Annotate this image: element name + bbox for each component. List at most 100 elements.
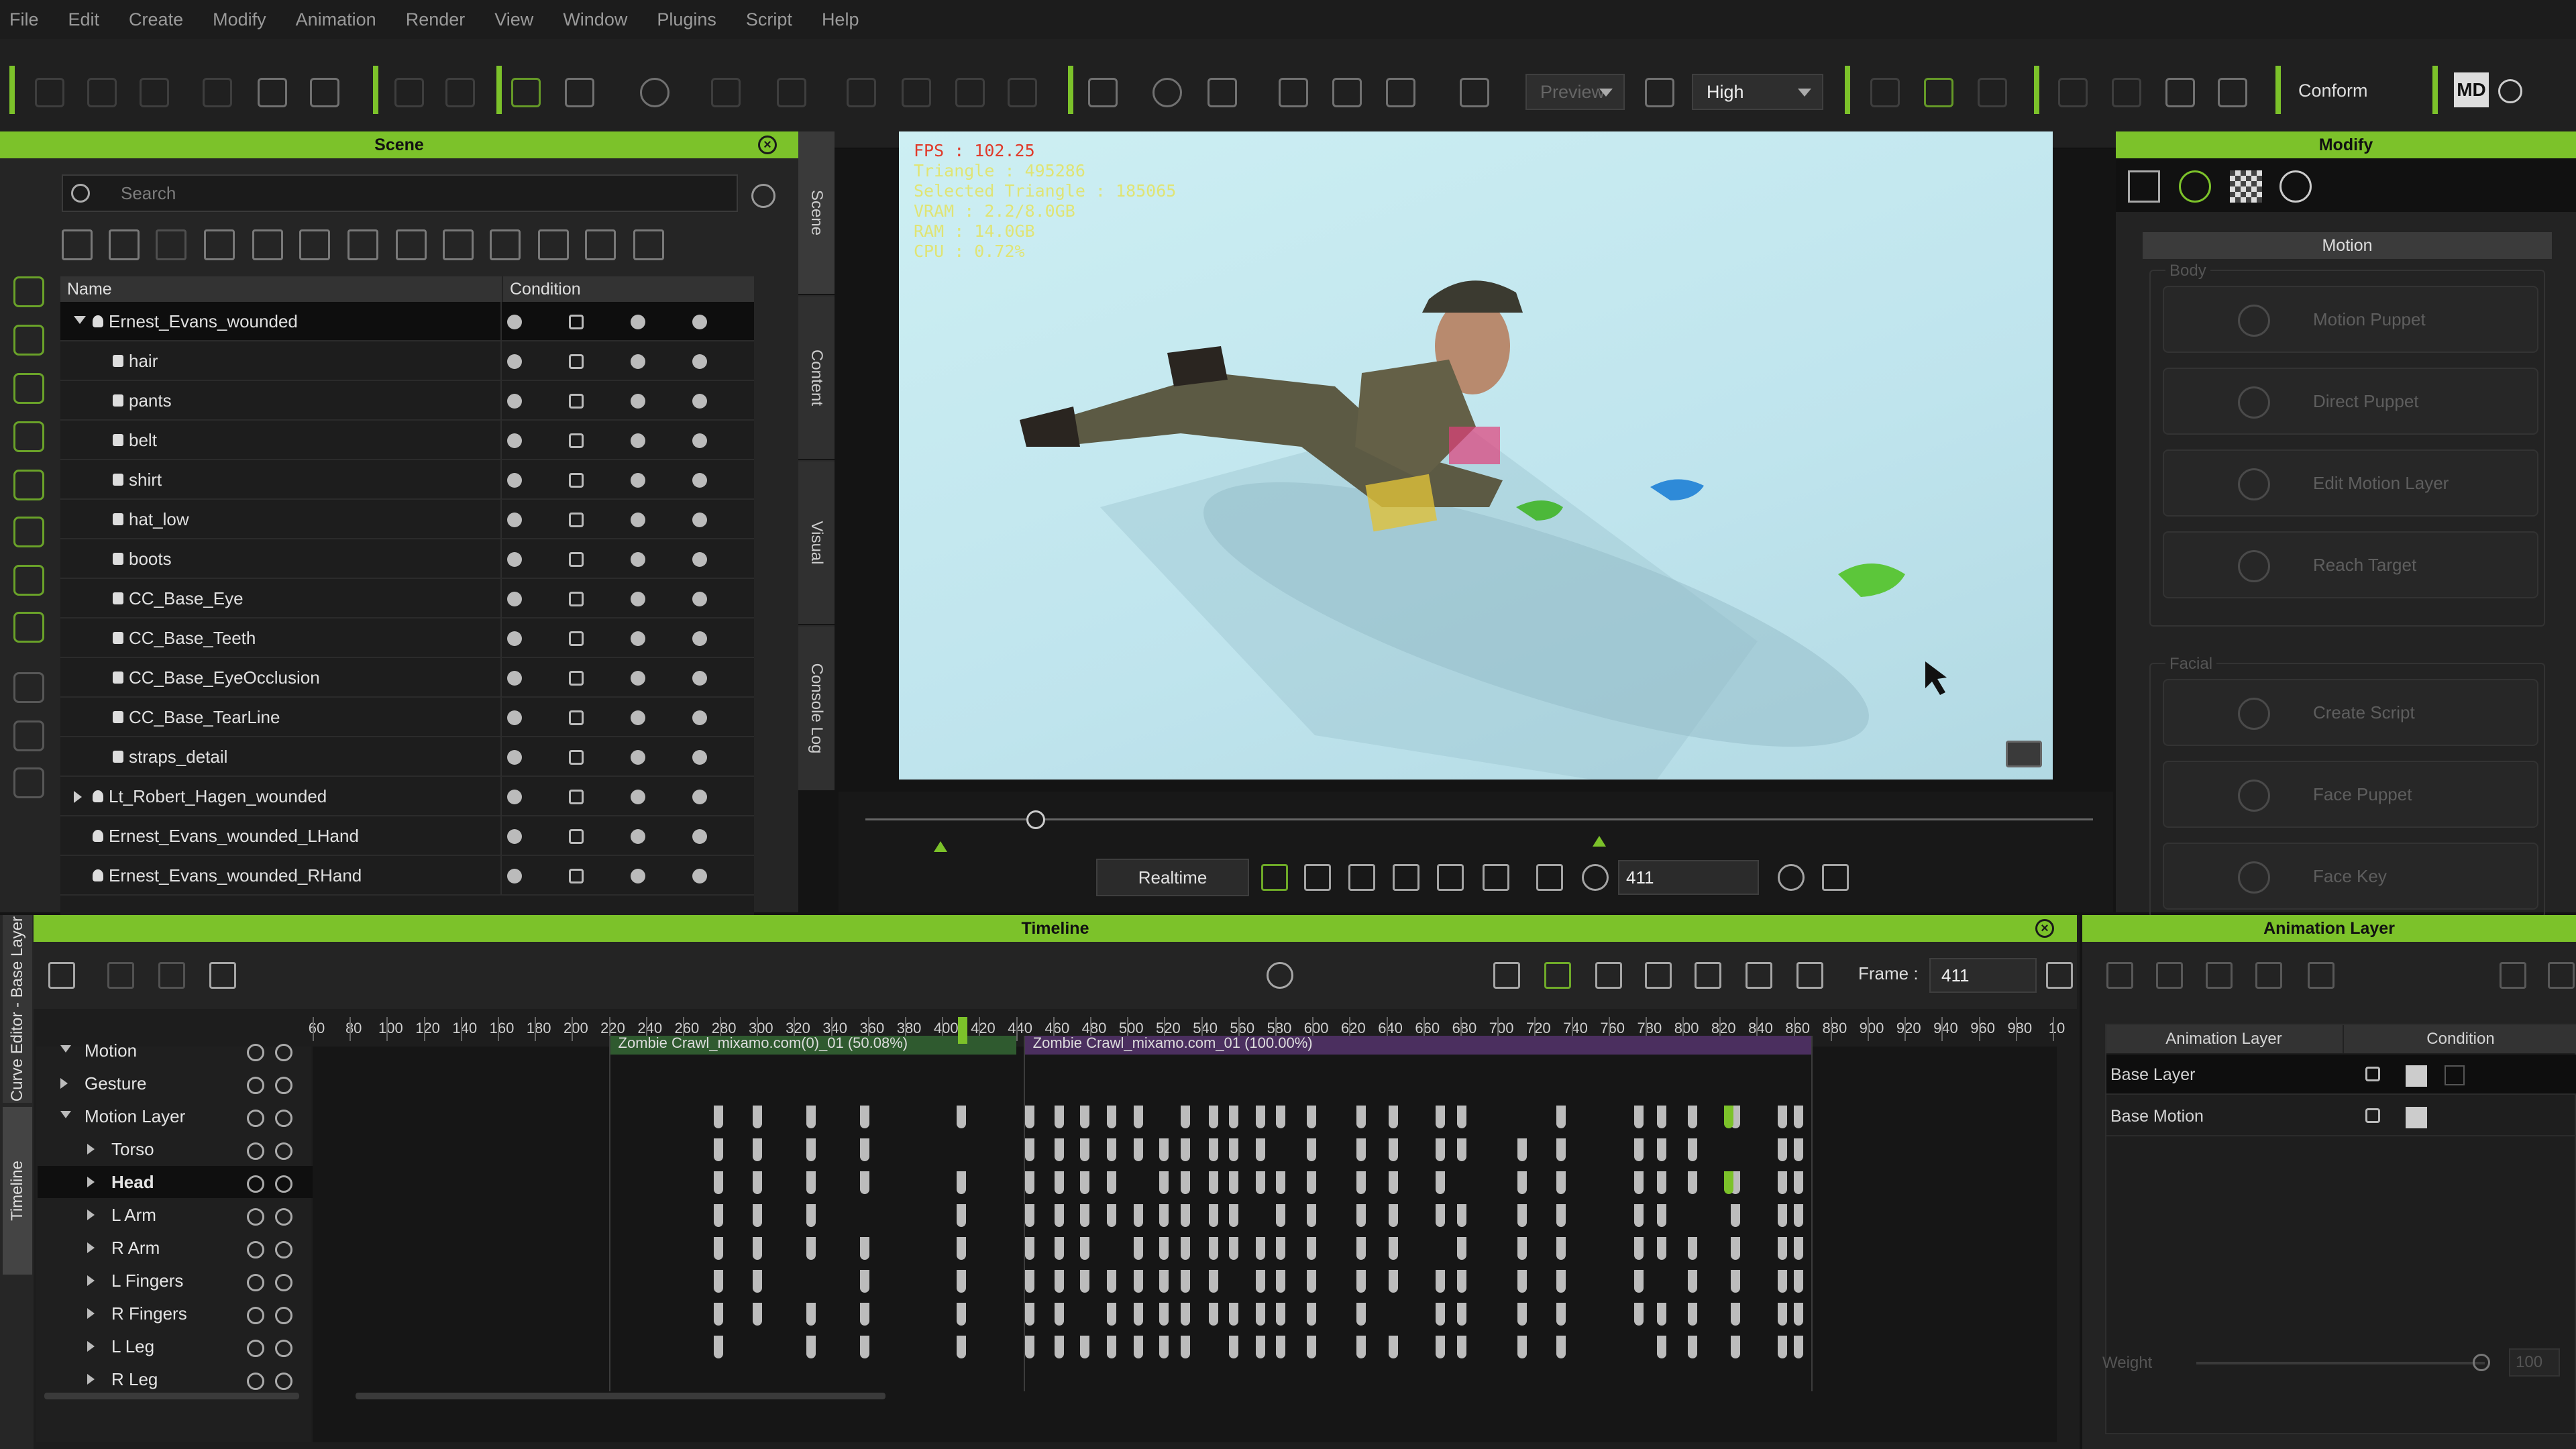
keyframe[interactable] xyxy=(1134,1336,1143,1358)
keyframe[interactable] xyxy=(1159,1237,1169,1260)
keyframe[interactable] xyxy=(1276,1106,1285,1128)
keyframe[interactable] xyxy=(806,1336,816,1358)
menu-item-modify[interactable]: Modify xyxy=(213,9,266,30)
attach-icon[interactable] xyxy=(1008,78,1037,107)
visibility-eye-icon[interactable] xyxy=(507,750,522,765)
keyframe[interactable] xyxy=(1436,1303,1445,1326)
menu-item-animation[interactable]: Animation xyxy=(296,9,376,30)
create-script-button[interactable]: Create Script xyxy=(2163,679,2538,746)
keyframe[interactable] xyxy=(1517,1204,1527,1227)
keyframe[interactable] xyxy=(1134,1237,1143,1260)
visibility-eye-icon[interactable] xyxy=(507,315,522,329)
move-bottom-icon[interactable] xyxy=(633,229,664,260)
keyframe[interactable] xyxy=(957,1303,966,1326)
keyframe[interactable] xyxy=(1517,1303,1527,1326)
isolate-icon[interactable] xyxy=(347,229,378,260)
lock-icon[interactable] xyxy=(569,829,584,844)
visibility-eye-icon[interactable] xyxy=(507,631,522,646)
animation-layer-row[interactable]: Base Motion xyxy=(2106,1096,2576,1136)
menu-item-window[interactable]: Window xyxy=(563,9,627,30)
keyframe[interactable] xyxy=(1134,1270,1143,1293)
keyframe[interactable] xyxy=(1556,1303,1566,1326)
visibility-eye-icon[interactable] xyxy=(507,592,522,606)
keyframe[interactable] xyxy=(1276,1303,1285,1326)
keyframe[interactable] xyxy=(1778,1237,1787,1260)
track-torso[interactable]: Torso xyxy=(38,1133,313,1165)
expand-arrow-icon[interactable] xyxy=(87,1144,100,1155)
keyframe[interactable] xyxy=(714,1106,723,1128)
track-remove-icon[interactable] xyxy=(275,1044,292,1061)
keyframe[interactable] xyxy=(957,1336,966,1358)
keyframe[interactable] xyxy=(1080,1237,1089,1260)
layout-icon[interactable] xyxy=(1088,78,1118,107)
keyframe[interactable] xyxy=(1134,1138,1143,1161)
keyframe[interactable] xyxy=(1657,1138,1666,1161)
keyframe-selected[interactable] xyxy=(1724,1171,1733,1194)
group-icon[interactable] xyxy=(204,229,235,260)
keyframe[interactable] xyxy=(1657,1303,1666,1326)
tree-row[interactable]: boots xyxy=(60,539,754,579)
delete-icon[interactable] xyxy=(538,229,569,260)
delete-layer-icon[interactable] xyxy=(2206,962,2233,989)
keyframe[interactable] xyxy=(1389,1270,1398,1293)
lock-icon[interactable] xyxy=(569,433,584,448)
pen-tool-icon[interactable] xyxy=(13,470,44,500)
expand-arrow-icon[interactable] xyxy=(87,1374,100,1385)
select-add-icon[interactable] xyxy=(13,720,44,751)
keyframe[interactable] xyxy=(1276,1237,1285,1260)
tree-row[interactable]: Ernest_Evans_wounded xyxy=(60,302,754,341)
keyframe[interactable] xyxy=(714,1171,723,1194)
tree-row[interactable]: belt xyxy=(60,421,754,460)
keyframe[interactable] xyxy=(1731,1336,1740,1358)
tree-row[interactable]: CC_Base_EyeOcclusion xyxy=(60,658,754,698)
keyframe[interactable] xyxy=(1356,1204,1366,1227)
keyframe[interactable] xyxy=(1055,1171,1064,1194)
ik-icon[interactable] xyxy=(1870,78,1900,107)
keyframe[interactable] xyxy=(1389,1237,1398,1260)
keyframe[interactable] xyxy=(714,1138,723,1161)
lock-icon[interactable] xyxy=(569,750,584,765)
track-toggle-icon[interactable] xyxy=(247,1142,264,1160)
visibility-eye-icon[interactable] xyxy=(507,869,522,883)
clipboard-icon[interactable] xyxy=(2165,78,2195,107)
fit-all-icon[interactable] xyxy=(1332,78,1362,107)
track-remove-icon[interactable] xyxy=(275,1175,292,1193)
motion-puppet-button[interactable]: Motion Puppet xyxy=(2163,286,2538,353)
keyframe[interactable] xyxy=(1634,1171,1644,1194)
render-cube-icon[interactable] xyxy=(631,592,645,606)
rotate-icon[interactable] xyxy=(640,78,669,107)
zoom-extent-icon[interactable] xyxy=(1460,78,1489,107)
name-column-header[interactable]: Name xyxy=(67,276,112,302)
expand-arrow-down-icon[interactable] xyxy=(74,316,86,330)
keyframe[interactable] xyxy=(1436,1171,1445,1194)
lock-icon[interactable] xyxy=(2365,1067,2380,1081)
track-toggle-icon[interactable] xyxy=(247,1307,264,1324)
tab-scene[interactable]: Scene xyxy=(798,131,835,295)
move-icon[interactable] xyxy=(565,78,594,107)
keyframe[interactable] xyxy=(1634,1237,1644,1260)
cast-shadow-icon[interactable] xyxy=(692,790,707,804)
keyframe[interactable] xyxy=(1778,1106,1787,1128)
keyframe[interactable] xyxy=(1778,1270,1787,1293)
keyframe[interactable] xyxy=(1229,1237,1238,1260)
tree-row[interactable]: hat_low xyxy=(60,500,754,539)
visibility-eye-icon[interactable] xyxy=(507,552,522,567)
keyframe[interactable] xyxy=(1055,1270,1064,1293)
realtime-dropdown[interactable]: Realtime xyxy=(1096,859,1249,896)
import-icon[interactable] xyxy=(203,78,232,107)
playback-options-icon[interactable] xyxy=(1822,864,1849,891)
keyframe[interactable] xyxy=(1107,1270,1116,1293)
condition-column-header[interactable]: Condition xyxy=(502,276,581,302)
keyframe[interactable] xyxy=(1356,1106,1366,1128)
keyframe[interactable] xyxy=(1256,1270,1265,1293)
pick-icon[interactable] xyxy=(777,78,806,107)
keyframe[interactable] xyxy=(1080,1336,1089,1358)
cast-shadow-icon[interactable] xyxy=(692,354,707,369)
keyframe[interactable] xyxy=(1181,1237,1190,1260)
keyframe[interactable] xyxy=(1307,1336,1316,1358)
logo[interactable]: MD xyxy=(2454,72,2489,107)
keyframe[interactable] xyxy=(1778,1204,1787,1227)
keyframe[interactable] xyxy=(1256,1138,1265,1161)
motion-tab-icon[interactable] xyxy=(2179,170,2211,203)
filter-dropdown-icon[interactable] xyxy=(751,184,775,208)
